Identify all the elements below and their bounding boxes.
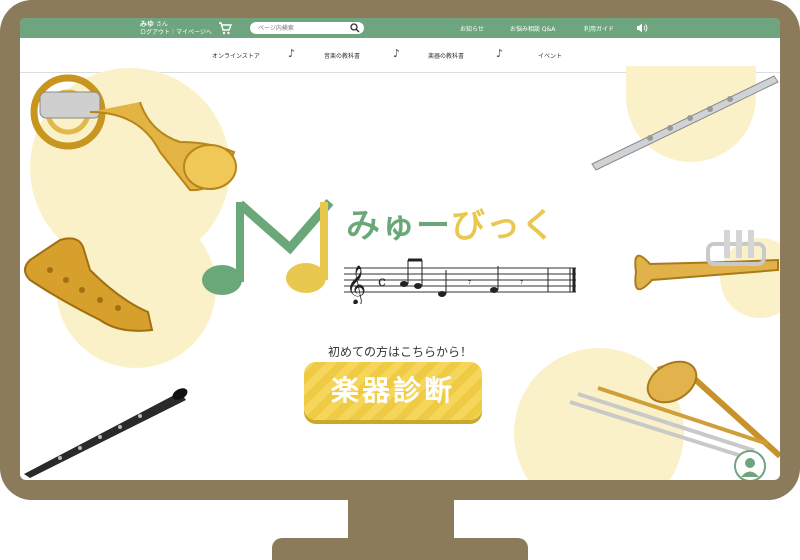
flute-image (590, 72, 780, 172)
user-name: みゆ (140, 20, 154, 28)
nav-music-textbook[interactable]: 音楽の教科書 (324, 51, 360, 60)
svg-text:𝄾: 𝄾 (520, 275, 523, 289)
notice-link[interactable]: お知らせ (460, 24, 484, 33)
saxophone-image (20, 230, 160, 340)
clarinet-image (20, 378, 190, 478)
french-horn-image (20, 72, 240, 202)
helper-avatar-icon[interactable] (734, 450, 766, 480)
logo-text: みゅーびっく (346, 198, 556, 247)
qa-link[interactable]: お悩み相談 Q&A (510, 24, 555, 33)
guide-link[interactable]: 利用ガイド (584, 24, 614, 33)
nav-instrument-textbook[interactable]: 楽器の教科書 (428, 51, 464, 60)
monitor-stand-base (272, 538, 528, 560)
logo-text-label: みゅーびっく (346, 206, 556, 246)
nav-separator: ♪ (393, 47, 401, 60)
cart-icon[interactable] (218, 21, 232, 35)
user-suffix: さん (155, 21, 168, 28)
cta-caption: 初めての方はこちらから！ (327, 345, 472, 359)
nav-separator: ♪ (496, 47, 504, 60)
user-links[interactable]: ログアウト｜マイページへ (140, 29, 212, 36)
search-input[interactable] (258, 23, 346, 33)
svg-text:c: c (378, 274, 386, 290)
screen: みゆ さん ログアウト｜マイページへ お知らせ お悩み相談 Q&A 利用ガイド … (20, 18, 780, 480)
instrument-diagnosis-button[interactable]: 楽器診断 (304, 362, 482, 420)
trumpet-image (628, 214, 780, 310)
nav-events[interactable]: イベント (538, 51, 562, 60)
logo-mark (200, 198, 340, 298)
speaker-icon[interactable] (636, 22, 648, 34)
svg-text:𝄞: 𝄞 (346, 265, 366, 304)
search-icon[interactable] (350, 23, 360, 33)
nav-separator: ♪ (288, 47, 296, 60)
music-staff: 𝄞 c 𝄾 𝄾 (344, 254, 580, 304)
search-box (250, 22, 364, 34)
top-bar: みゆ さん ログアウト｜マイページへ お知らせ お悩み相談 Q&A 利用ガイド (20, 18, 780, 38)
svg-text:𝄾: 𝄾 (468, 275, 471, 289)
user-info: みゆ さん ログアウト｜マイページへ (140, 20, 212, 37)
monitor-stand-neck (348, 496, 454, 542)
nav-online-store[interactable]: オンラインストア (212, 51, 260, 60)
